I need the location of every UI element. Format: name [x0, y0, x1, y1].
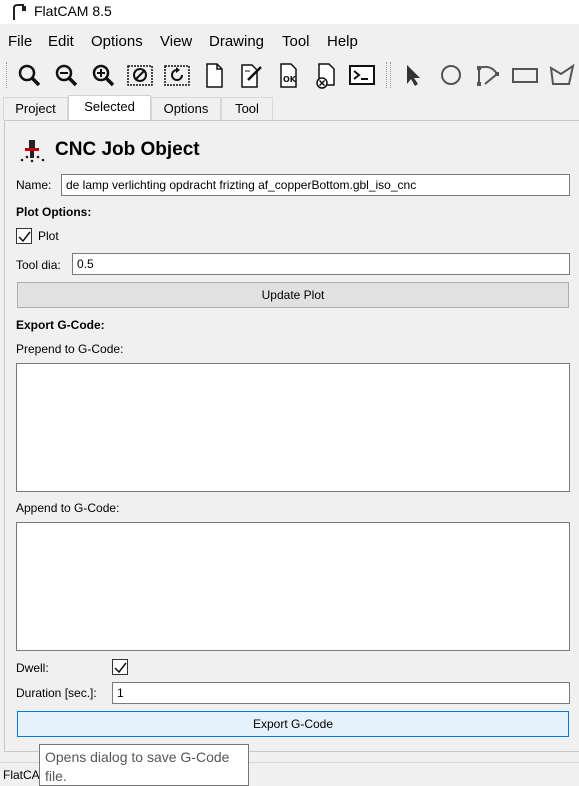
duration-field[interactable]: 1 — [112, 682, 570, 704]
append-textarea[interactable] — [16, 522, 570, 651]
tab-selected[interactable]: Selected — [68, 95, 151, 121]
replot-icon[interactable] — [162, 60, 192, 90]
toolbar-separator — [386, 62, 388, 88]
menu-tool[interactable]: Tool — [282, 33, 310, 50]
toolbar-grip — [6, 62, 8, 88]
cnc-job-icon — [20, 140, 45, 163]
page-title: CNC Job Object — [55, 139, 200, 160]
checkmark-icon — [18, 231, 31, 243]
selected-panel: CNC Job Object Name: de lamp verlichting… — [4, 120, 579, 752]
flatcam-logo-icon — [13, 4, 26, 20]
menu-options[interactable]: Options — [91, 33, 143, 50]
tool-dia-field[interactable]: 0.5 — [72, 253, 570, 275]
select-icon[interactable] — [398, 60, 428, 90]
shell-icon[interactable] — [347, 60, 377, 90]
name-field[interactable]: de lamp verlichting opdracht frizting af… — [61, 174, 570, 196]
menu-edit[interactable]: Edit — [48, 33, 74, 50]
edit-icon[interactable] — [236, 60, 266, 90]
ok-icon[interactable]: OK — [273, 60, 303, 90]
new-project-icon[interactable] — [199, 60, 229, 90]
plot-options-label: Plot Options: — [16, 205, 92, 219]
circle-icon[interactable] — [436, 60, 466, 90]
polygon-icon[interactable] — [547, 60, 577, 90]
tool-dia-label: Tool dia: — [16, 258, 61, 272]
title-bar: FlatCAM 8.5 — [0, 0, 579, 24]
name-label: Name: — [16, 178, 52, 192]
append-label: Append to G-Code: — [16, 501, 120, 515]
menu-file[interactable]: File — [8, 33, 32, 50]
duration-label: Duration [sec.]: — [16, 686, 97, 700]
prepend-label: Prepend to G-Code: — [16, 342, 124, 356]
window-title: FlatCAM 8.5 — [34, 3, 112, 19]
clear-plot-icon[interactable] — [125, 60, 155, 90]
plot-checkbox[interactable] — [16, 228, 32, 244]
menu-view[interactable]: View — [160, 33, 192, 50]
dwell-checkbox[interactable] — [112, 659, 128, 675]
prepend-textarea[interactable] — [16, 363, 570, 492]
tooltip: Opens dialog to save G-Code file. — [39, 744, 249, 786]
notebook-tabs: Project Selected Options Tool — [0, 95, 579, 121]
menu-bar: File Edit Options View Drawing Tool Help — [0, 30, 579, 54]
export-gcode-button[interactable]: Export G-Code — [17, 711, 569, 737]
zoom-in-icon[interactable] — [88, 60, 118, 90]
export-gcode-section-label: Export G-Code: — [16, 318, 105, 332]
menu-drawing[interactable]: Drawing — [209, 33, 264, 50]
tab-options[interactable]: Options — [151, 97, 221, 120]
tab-project[interactable]: Project — [3, 97, 68, 120]
dwell-label: Dwell: — [16, 661, 49, 675]
delete-icon[interactable] — [310, 60, 340, 90]
rectangle-icon[interactable] — [510, 60, 540, 90]
zoom-out-icon[interactable] — [51, 60, 81, 90]
plot-checkbox-label: Plot — [38, 229, 59, 243]
arc-icon[interactable] — [473, 60, 503, 90]
update-plot-button[interactable]: Update Plot — [17, 282, 569, 308]
menu-help[interactable]: Help — [327, 33, 358, 50]
svg-text:OK: OK — [283, 75, 297, 84]
toolbar: OK — [0, 56, 579, 94]
zoom-fit-icon[interactable] — [14, 60, 44, 90]
checkmark-icon — [114, 662, 127, 674]
toolbar-grip — [390, 62, 392, 88]
tab-tool[interactable]: Tool — [221, 97, 273, 120]
